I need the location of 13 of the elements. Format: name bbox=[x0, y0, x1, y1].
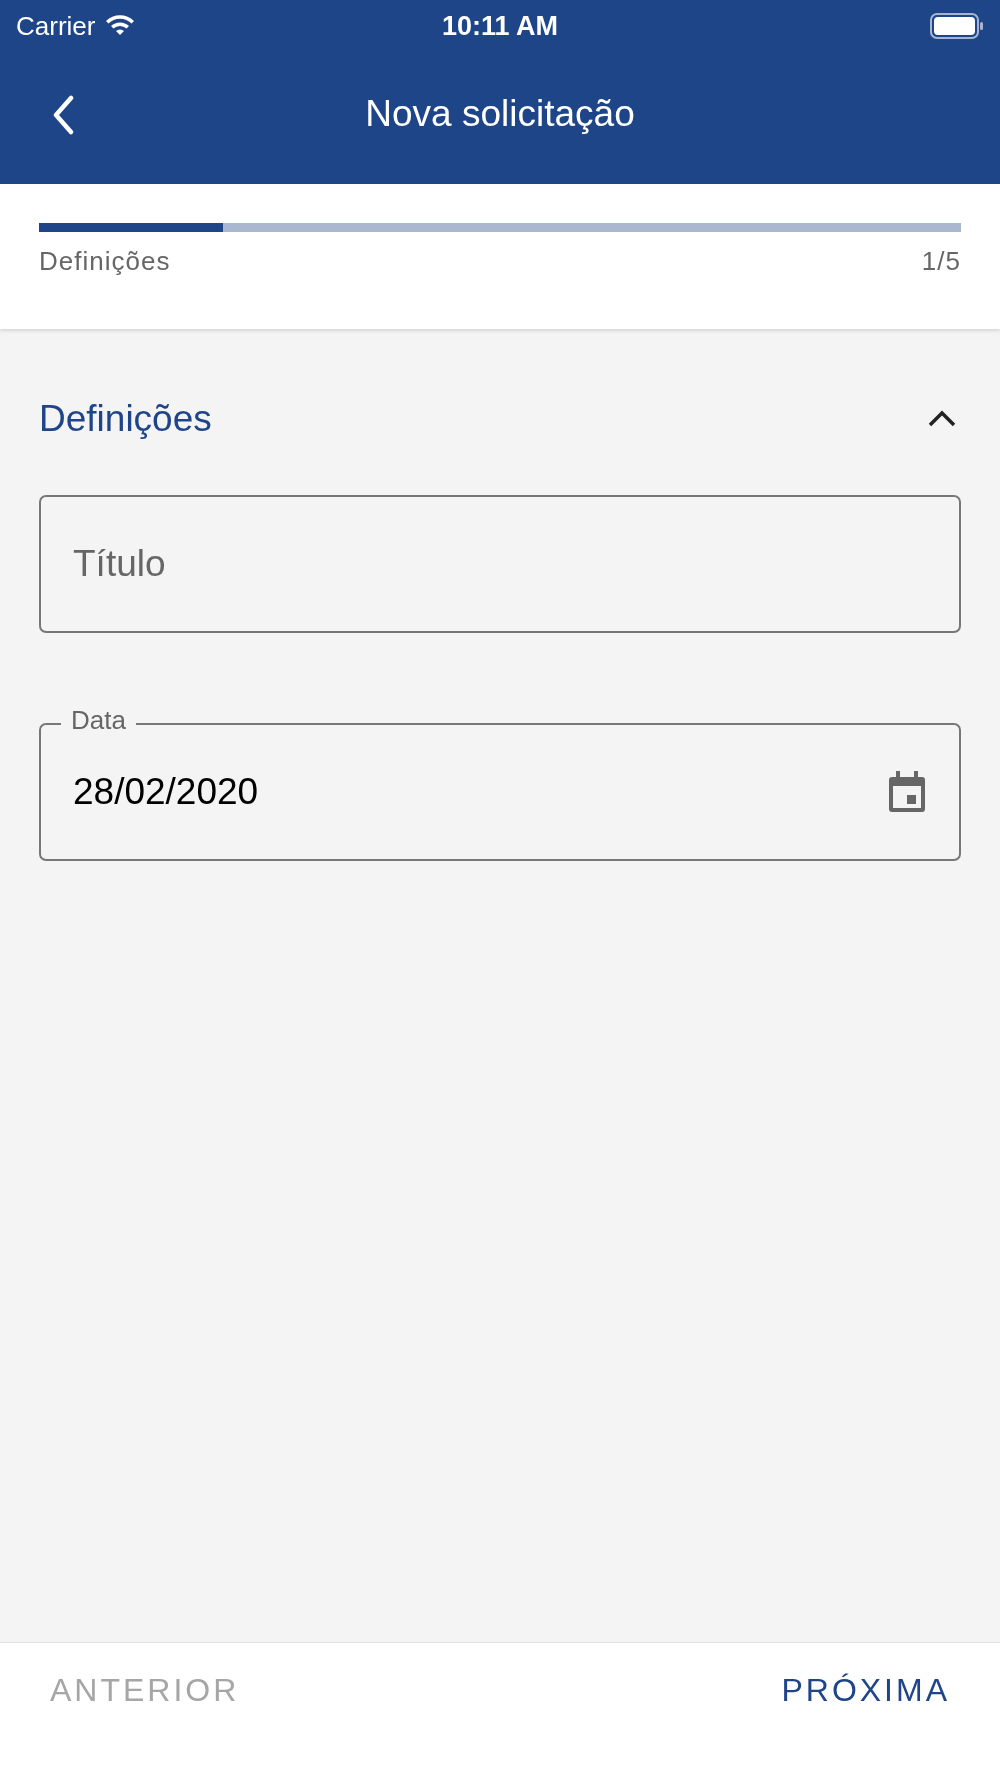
screen-title: Nova solicitação bbox=[365, 93, 635, 135]
carrier-label: Carrier bbox=[16, 10, 96, 42]
wifi-icon bbox=[105, 15, 136, 37]
battery-icon bbox=[930, 13, 984, 39]
title-field[interactable]: Título bbox=[39, 495, 961, 633]
section-title: Definições bbox=[39, 398, 212, 440]
step-counter: 1/5 bbox=[921, 246, 961, 277]
text-input[interactable]: Título bbox=[73, 543, 927, 585]
status-time: 10:11 AM bbox=[441, 10, 559, 42]
date-input[interactable]: 28/02/2020 bbox=[73, 771, 887, 813]
calendar-icon[interactable] bbox=[887, 770, 927, 814]
footer-button[interactable]: PRÓXIMA bbox=[781, 1672, 950, 1709]
step-label: Definições bbox=[39, 246, 171, 277]
